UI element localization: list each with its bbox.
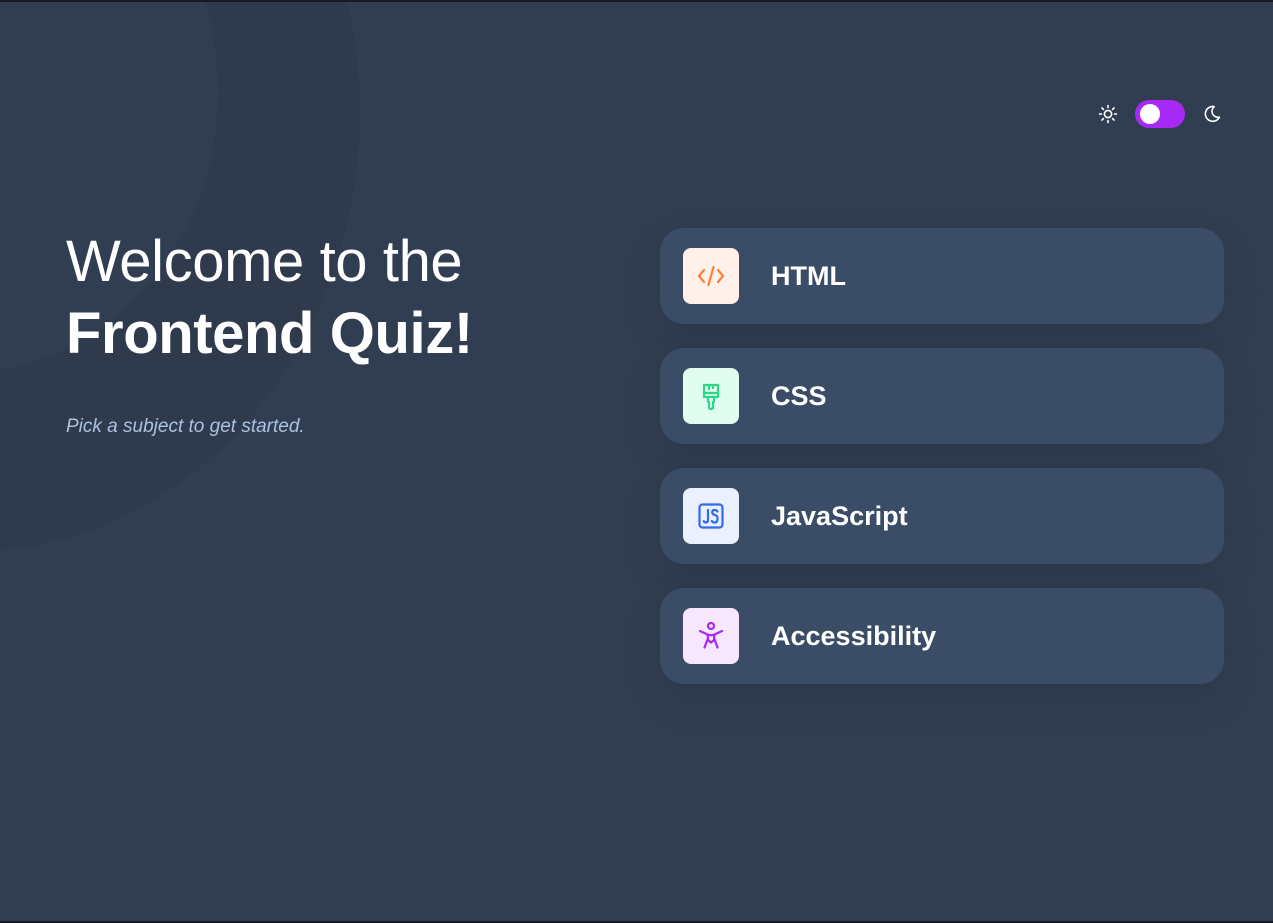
subject-list: HTML CSS JavaScript Accessibility — [660, 228, 1224, 708]
subject-label-javascript: JavaScript — [771, 501, 908, 531]
css-icon — [683, 368, 739, 424]
html-icon — [683, 248, 739, 304]
subject-button-accessibility[interactable]: Accessibility — [660, 588, 1224, 684]
subject-button-css[interactable]: CSS — [660, 348, 1224, 444]
accessibility-icon — [683, 608, 739, 664]
dark-mode-toggle[interactable] — [1135, 100, 1185, 128]
sun-icon — [1096, 102, 1120, 126]
moon-icon — [1200, 102, 1224, 126]
subject-label-css: CSS — [771, 381, 827, 411]
title-line-quiz: Frontend Quiz! — [66, 301, 473, 366]
page-title: Welcome to the Frontend Quiz! — [66, 226, 473, 370]
javascript-icon — [683, 488, 739, 544]
theme-toggle — [1096, 98, 1224, 130]
app-window: Welcome to the Frontend Quiz! Pick a sub… — [0, 0, 1273, 923]
toggle-knob — [1140, 104, 1160, 124]
subject-label-accessibility: Accessibility — [771, 621, 937, 651]
subject-button-html[interactable]: HTML — [660, 228, 1224, 324]
subject-label-html: HTML — [771, 261, 846, 291]
subtitle: Pick a subject to get started. — [66, 416, 305, 437]
title-line-welcome: Welcome to the — [66, 229, 463, 294]
subject-button-javascript[interactable]: JavaScript — [660, 468, 1224, 564]
